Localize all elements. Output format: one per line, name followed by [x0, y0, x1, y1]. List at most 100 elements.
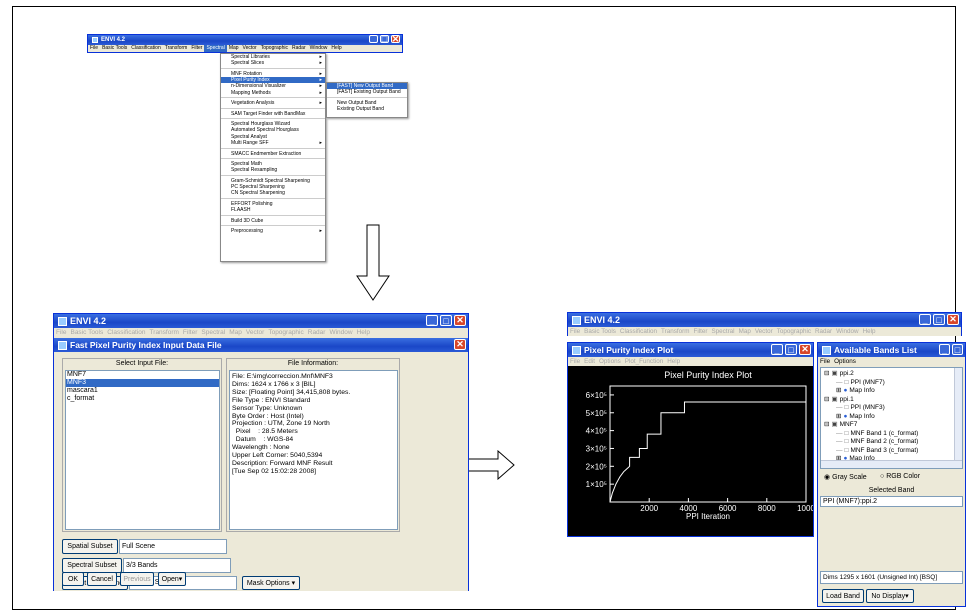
maximize-button[interactable]: □ — [952, 344, 963, 355]
menu-file[interactable]: File — [568, 357, 582, 366]
menu-transform[interactable]: Transform — [163, 45, 190, 52]
tree-node-file[interactable]: ⊟ ▣ MNF7 — [824, 421, 962, 430]
menu-help[interactable]: Help — [355, 328, 372, 338]
collapse-icon[interactable]: ⊟ — [824, 396, 829, 403]
menu-transform[interactable]: Transform — [148, 328, 181, 338]
menu-filter[interactable]: Filter — [189, 45, 204, 52]
menu-item[interactable]: [FAST] Existing Output Band — [327, 89, 407, 95]
menu-item[interactable]: Spectral Slices ▸ — [221, 60, 325, 66]
menu-topographic[interactable]: Topographic — [259, 45, 290, 52]
menu-item[interactable]: Vegetation Analysis ▸ — [221, 100, 325, 106]
no-display-button[interactable]: No Display ▾ — [866, 589, 914, 603]
file-list-item[interactable]: mascara1 — [66, 387, 219, 395]
tree-node-file[interactable]: ⊟ ▣ ppi.1 — [824, 396, 962, 405]
menu-options[interactable]: Options — [597, 357, 623, 366]
menu-basic-tools[interactable]: Basic Tools — [100, 45, 129, 52]
menu-item[interactable]: Existing Output Band — [327, 106, 407, 112]
gray-scale-radio[interactable]: ◉ Gray Scale — [824, 473, 867, 481]
minimize-button[interactable]: _ — [771, 344, 783, 355]
maximize-button[interactable]: □ — [440, 315, 452, 326]
tree-node-band[interactable]: — □ MNF Band 3 (c_format) — [824, 447, 962, 456]
menu-spectral[interactable]: Spectral — [709, 327, 736, 336]
menu-topographic[interactable]: Topographic — [266, 328, 305, 338]
collapse-icon[interactable]: ⊟ — [824, 370, 829, 377]
menu-basic-tools[interactable]: Basic Tools — [582, 327, 618, 336]
maximize-button[interactable]: □ — [380, 35, 389, 44]
menu-item[interactable]: SAM Target Finder with BandMax — [221, 111, 325, 117]
menu-options[interactable]: Options — [832, 357, 858, 366]
close-button[interactable]: ✕ — [799, 344, 811, 355]
tree-node-map[interactable]: ⊞ ● Map Info — [824, 413, 962, 422]
dialog-close-button[interactable]: ✕ — [454, 339, 466, 350]
menu-filter[interactable]: Filter — [181, 328, 199, 338]
open-button[interactable]: Open ▾ — [158, 572, 186, 586]
load-band-button[interactable]: Load Band — [822, 589, 864, 603]
collapse-icon[interactable]: ⊟ — [824, 421, 829, 428]
ok-button[interactable]: OK — [62, 572, 84, 586]
menu-item[interactable]: CN Spectral Sharpening — [221, 190, 325, 196]
menu-item[interactable]: Spectral Resampling — [221, 167, 325, 173]
menu-spectral[interactable]: Spectral — [204, 45, 227, 52]
menu-vector[interactable]: Vector — [244, 328, 266, 338]
mask-options-button[interactable]: Mask Options ▾ — [242, 576, 300, 590]
menu-help[interactable]: Help — [329, 45, 343, 52]
previous-button[interactable]: Previous — [120, 572, 154, 586]
file-list-item[interactable]: c_format — [66, 395, 219, 403]
bands-tree[interactable]: ⊟ ▣ ppi.2— □ PPI (MNF7) ⊞ ● Map Info ⊟ ▣ ppi.1— □ PP… — [820, 367, 963, 469]
menu-map[interactable]: Map — [737, 327, 753, 336]
spectral-subset-button[interactable]: Spectral Subset — [62, 558, 122, 573]
menu-plot-function[interactable]: Plot_Function — [623, 357, 666, 366]
menu-window[interactable]: Window — [308, 45, 330, 52]
file-list-item[interactable]: MNF7 — [66, 371, 219, 379]
menu-radar[interactable]: Radar — [306, 328, 328, 338]
tree-node-band[interactable]: — □ MNF Band 2 (c_format) — [824, 438, 962, 447]
menu-file[interactable]: File — [818, 357, 832, 366]
minimize-button[interactable]: _ — [426, 315, 438, 326]
close-button[interactable]: ✕ — [947, 314, 959, 325]
menu-window[interactable]: Window — [327, 328, 354, 338]
tree-node-file[interactable]: ⊟ ▣ ppi.2 — [824, 370, 962, 379]
menu-item[interactable]: Preprocessing ▸ — [221, 228, 325, 234]
menu-vector[interactable]: Vector — [241, 45, 259, 52]
tree-node-band[interactable]: — □ MNF Band 1 (c_format) — [824, 430, 962, 439]
menu-topographic[interactable]: Topographic — [775, 327, 813, 336]
menu-filter[interactable]: Filter — [691, 327, 709, 336]
menu-map[interactable]: Map — [227, 328, 244, 338]
tree-node-band[interactable]: — □ PPI (MNF3) — [824, 404, 962, 413]
menu-basic-tools[interactable]: Basic Tools — [68, 328, 105, 338]
maximize-button[interactable]: □ — [933, 314, 945, 325]
menu-vector[interactable]: Vector — [753, 327, 775, 336]
horizontal-scrollbar[interactable] — [821, 460, 962, 468]
menu-help[interactable]: Help — [665, 357, 682, 366]
menu-file[interactable]: File — [88, 45, 100, 52]
menu-classification[interactable]: Classification — [105, 328, 147, 338]
close-button[interactable]: ✕ — [454, 315, 466, 326]
tree-node-band[interactable]: — □ PPI (MNF7) — [824, 379, 962, 388]
menu-item[interactable]: SMACC Endmember Extraction — [221, 151, 325, 157]
file-list-item[interactable]: MNF3 — [66, 379, 219, 387]
menu-transform[interactable]: Transform — [659, 327, 691, 336]
expand-icon[interactable]: ⊞ — [836, 387, 841, 394]
vertical-scrollbar[interactable] — [954, 368, 962, 460]
menu-item[interactable]: FLAASH — [221, 207, 325, 213]
tree-node-map[interactable]: ⊞ ● Map Info — [824, 387, 962, 396]
minimize-button[interactable]: _ — [919, 314, 931, 325]
maximize-button[interactable]: □ — [785, 344, 797, 355]
minimize-button[interactable]: _ — [369, 35, 378, 44]
rgb-color-radio[interactable]: ○ RGB Color — [880, 473, 920, 480]
menu-item[interactable]: Multi Range SFF ▸ — [221, 140, 325, 146]
menu-file[interactable]: File — [568, 327, 582, 336]
close-button[interactable]: ✕ — [391, 35, 400, 44]
input-file-list[interactable]: MNF7 MNF3 mascara1 c_format — [65, 370, 220, 530]
menu-edit[interactable]: Edit — [582, 357, 597, 366]
menu-file[interactable]: File — [54, 328, 68, 338]
cancel-button[interactable]: Cancel — [87, 572, 117, 586]
menu-window[interactable]: Window — [834, 327, 860, 336]
menu-classification[interactable]: Classification — [618, 327, 659, 336]
minimize-button[interactable]: _ — [939, 344, 950, 355]
menu-item[interactable]: Build 3D Cube — [221, 218, 325, 224]
spatial-subset-button[interactable]: Spatial Subset — [62, 539, 118, 554]
menu-item[interactable]: Mapping Methods ▸ — [221, 90, 325, 96]
expand-icon[interactable]: ⊞ — [836, 413, 841, 420]
menu-classification[interactable]: Classification — [129, 45, 162, 52]
